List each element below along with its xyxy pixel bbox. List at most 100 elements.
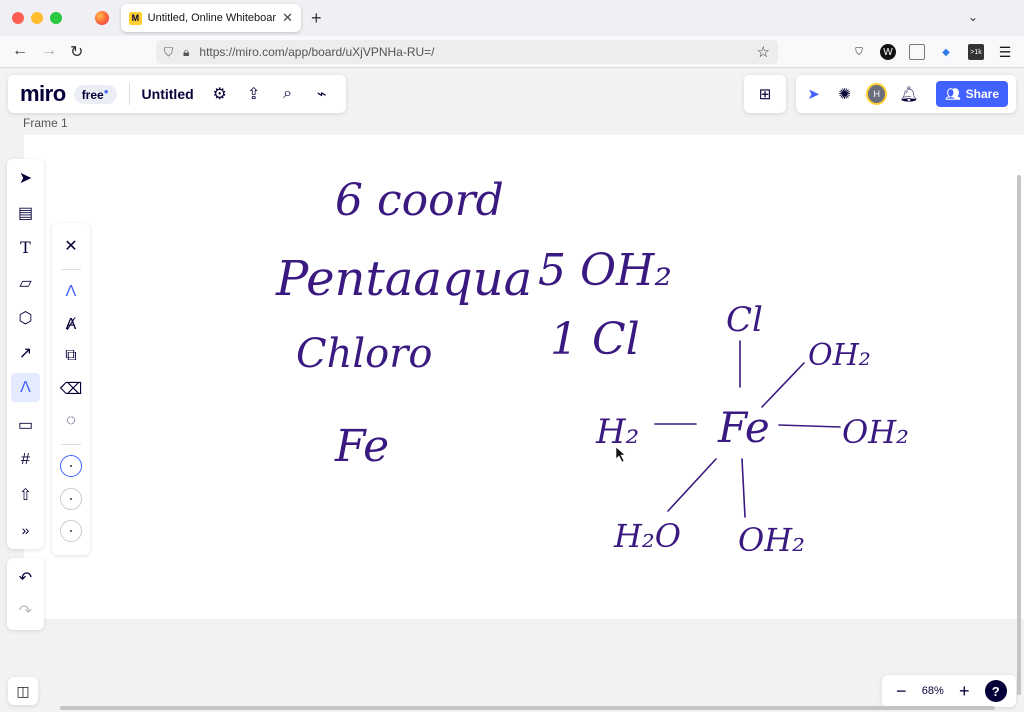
notifications-bell-icon[interactable]: 🔔︎: [899, 85, 918, 103]
ink-upper-right-oh2: OH₂: [808, 338, 871, 373]
text-icon[interactable]: T: [11, 233, 40, 262]
ink-center-fe: Fe: [717, 403, 770, 452]
plan-dot-icon: ●: [103, 86, 109, 96]
forward-arrow-icon[interactable]: →: [41, 42, 57, 60]
share-button-label: Share: [965, 87, 999, 101]
shapes-icon[interactable]: ⬡: [11, 303, 40, 332]
left-toolbar: ➤ ▤ T ▱ ⬡ ↗ Ʌ ▭ # ⇧ »: [7, 159, 44, 549]
ink-5-oh2: 5 OH₂: [538, 245, 672, 296]
zoom-in-icon[interactable]: +: [954, 681, 974, 702]
smart-shape-icon[interactable]: ⧉: [56, 341, 86, 371]
new-tab-icon[interactable]: +: [311, 8, 322, 29]
horizontal-scrollbar[interactable]: [60, 706, 995, 710]
bond-upper-right: [761, 362, 805, 408]
pen-icon[interactable]: Ʌ: [11, 373, 40, 402]
vertical-scrollbar[interactable]: [1017, 175, 1021, 695]
bond-lower-left: [667, 458, 717, 512]
board-header-panel: miro free● Untitled ⚙ ⇪ ⌕ ⌁: [8, 75, 346, 113]
arrow-icon[interactable]: ↗: [11, 338, 40, 367]
maximize-window-button[interactable]: [50, 12, 62, 24]
lasso-icon[interactable]: ◌: [56, 406, 86, 436]
close-icon[interactable]: ✕: [56, 231, 86, 261]
ink-1-cl: 1 Cl: [550, 314, 640, 365]
extension-w-icon[interactable]: W: [880, 44, 896, 60]
extension-diamond-icon[interactable]: ◆: [938, 44, 954, 60]
board-title[interactable]: Untitled: [142, 86, 194, 102]
sidebar-toggle-icon[interactable]: ◫: [8, 677, 38, 705]
browser-tab-bar: M Untitled, Online Whiteboard for ✕ + ⌄: [0, 0, 1024, 36]
ink-fe: Fe: [334, 421, 389, 472]
undo-redo-panel: ↶ ↷: [7, 558, 44, 630]
stroke-color-swatch-2[interactable]: [60, 488, 82, 510]
bond-right: [778, 424, 841, 428]
pointer-reactions-icon[interactable]: ➤: [804, 85, 823, 103]
ink-6-coord: 6 coord: [335, 175, 504, 226]
tab-title: Untitled, Online Whiteboard for: [147, 12, 277, 24]
collaboration-panel: ➤ ✺ H 🔔︎ 👥︎ Share: [796, 75, 1016, 113]
pen-tool-icon[interactable]: Ʌ: [56, 277, 86, 307]
user-avatar[interactable]: H: [866, 83, 888, 105]
ink-top-cl: Cl: [726, 300, 763, 340]
stroke-color-swatch-1[interactable]: [60, 455, 82, 477]
sticky-note-icon[interactable]: ▱: [11, 268, 40, 297]
eraser-icon[interactable]: ⌫: [56, 374, 86, 404]
tab-close-icon[interactable]: ✕: [282, 10, 293, 26]
plugin-icon[interactable]: ⌁: [312, 84, 332, 104]
more-icon[interactable]: »: [11, 515, 40, 544]
zoom-controls: − 68% + ?: [882, 675, 1016, 707]
people-icon: 👥︎: [945, 87, 961, 101]
search-icon[interactable]: ⌕: [278, 85, 298, 103]
ink-right-oh2: OH₂: [842, 413, 909, 451]
upload-icon[interactable]: ⇧: [11, 480, 40, 509]
menu-icon[interactable]: ☰: [997, 44, 1013, 60]
divider: [61, 444, 81, 445]
settings-gear-icon[interactable]: ⚙: [210, 84, 230, 104]
export-upload-icon[interactable]: ⇪: [244, 84, 264, 104]
plan-badge[interactable]: free●: [73, 84, 117, 104]
minimize-window-button[interactable]: [31, 12, 43, 24]
ink-pentaaqua: Pentaaqua: [275, 251, 532, 307]
browser-nav-bar: ← → ↻ ⛉ 🔒︎ https://miro.com/app/board/uX…: [0, 36, 1024, 68]
miro-favicon-icon: M: [129, 11, 142, 25]
firefox-icon: [95, 11, 109, 25]
ink-left-h2: H₂: [595, 412, 639, 452]
stroke-color-swatch-3[interactable]: [60, 520, 82, 542]
bookmark-star-icon[interactable]: ☆: [757, 43, 770, 61]
back-arrow-icon[interactable]: ←: [12, 42, 28, 60]
cursor-icon[interactable]: ➤: [11, 163, 40, 192]
undo-icon[interactable]: ↶: [11, 563, 40, 592]
lock-icon[interactable]: 🔒︎: [183, 45, 189, 60]
miro-board[interactable]: Frame 1 6 coord Pentaaqua Chloro Fe 5 OH…: [0, 69, 1024, 712]
redo-icon[interactable]: ↷: [11, 596, 40, 625]
ink-chloro: Chloro: [296, 331, 432, 377]
reader-icon[interactable]: [909, 44, 925, 60]
handwriting-layer: 6 coord Pentaaqua Chloro Fe 5 OH₂ 1 Cl C…: [275, 175, 909, 559]
extension-badge-icon[interactable]: >1k: [968, 44, 984, 60]
share-button[interactable]: 👥︎ Share: [936, 81, 1008, 107]
comment-icon[interactable]: ▭: [11, 410, 40, 439]
pen-options-panel: ✕ Ʌ Ⱥ ⧉ ⌫ ◌: [52, 223, 90, 555]
ink-lower-left-h2o: H₂O: [613, 517, 681, 555]
close-window-button[interactable]: [12, 12, 24, 24]
reload-icon[interactable]: ↻: [70, 42, 83, 62]
plan-label: free: [81, 87, 104, 102]
frame-icon[interactable]: #: [11, 445, 40, 474]
templates-icon[interactable]: ▤: [11, 198, 40, 227]
zoom-level[interactable]: 68%: [922, 685, 944, 697]
celebrate-icon[interactable]: ✺: [835, 85, 854, 103]
bond-bottom: [741, 458, 746, 518]
tab-list-chevron-icon[interactable]: ⌄: [968, 10, 978, 24]
ink-bottom-oh2: OH₂: [738, 521, 805, 559]
zoom-out-icon[interactable]: −: [891, 681, 911, 702]
apps-grid-icon[interactable]: ⊞: [744, 75, 786, 113]
url-text[interactable]: https://miro.com/app/board/uXjVPNHa-RU=/: [199, 45, 746, 59]
shield-icon[interactable]: ⛉: [164, 45, 173, 60]
miro-logo[interactable]: miro: [20, 81, 66, 107]
help-icon[interactable]: ?: [984, 680, 1007, 702]
highlighter-icon[interactable]: Ⱥ: [56, 310, 86, 340]
divider: [128, 83, 130, 105]
browser-tab[interactable]: M Untitled, Online Whiteboard for ✕: [121, 4, 301, 32]
divider: [61, 269, 81, 270]
url-bar[interactable]: ⛉ 🔒︎ https://miro.com/app/board/uXjVPNHa…: [156, 40, 778, 64]
pocket-icon[interactable]: ⛉: [851, 44, 867, 60]
